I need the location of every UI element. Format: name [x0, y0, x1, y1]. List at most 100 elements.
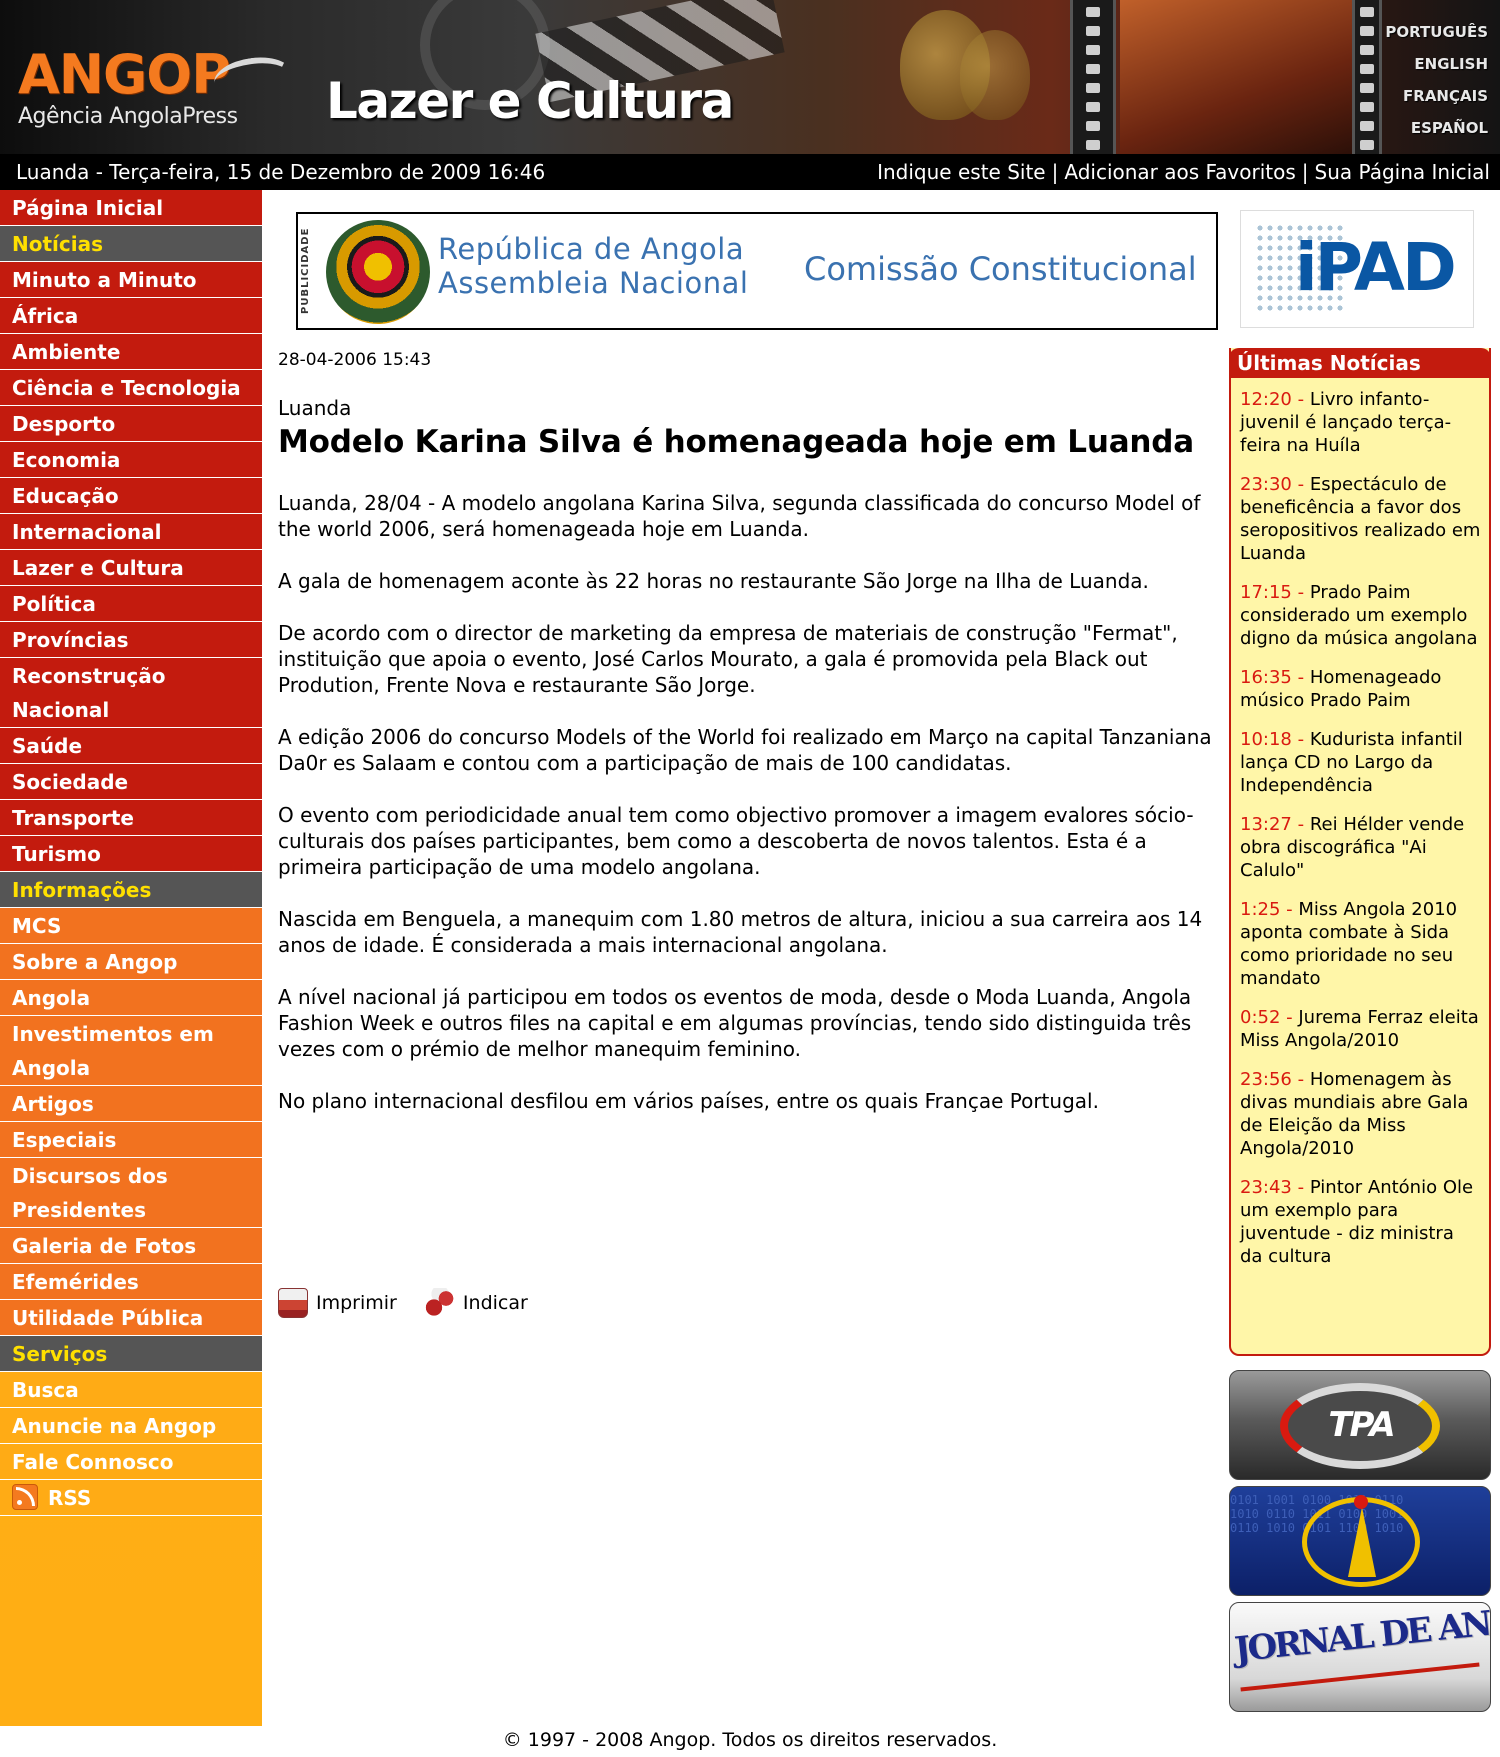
- theater-mask-decoration: [960, 30, 1030, 120]
- news-item[interactable]: 1:25 - Miss Angola 2010 aponta combate à…: [1240, 898, 1481, 990]
- jornal-de-angola-logo-link[interactable]: JORNAL DE ANGOLA: [1229, 1602, 1491, 1712]
- nav-item[interactable]: Busca: [0, 1372, 262, 1408]
- news-item[interactable]: 12:20 - Livro infanto-juvenil é lançado …: [1240, 388, 1481, 457]
- news-item[interactable]: 13:27 - Rei Hélder vende obra discográfi…: [1240, 813, 1481, 882]
- ad-line-2: Assembleia Nacional: [438, 266, 749, 300]
- ad-line-1: República de Angola: [438, 232, 745, 266]
- nav-item-label: Saúde: [12, 734, 83, 758]
- rss-icon: [12, 1484, 38, 1510]
- news-item[interactable]: 10:18 - Kudurista infantil lança CD no L…: [1240, 728, 1481, 797]
- nav-item[interactable]: Transporte: [0, 800, 262, 836]
- jornal-underline: [1240, 1662, 1480, 1692]
- nav-item-label: Angola: [12, 986, 91, 1010]
- nav-item[interactable]: Ambiente: [0, 334, 262, 370]
- radio-nacional-logo-link[interactable]: 0101 1001 0100 1011 0110 1010 0110 1011 …: [1229, 1486, 1491, 1596]
- tpa-logo-link[interactable]: TPA: [1229, 1370, 1491, 1480]
- printer-icon: [278, 1288, 308, 1318]
- nav-item-label: Reconstrução Nacional: [12, 664, 166, 722]
- news-time: 23:43 -: [1240, 1177, 1305, 1198]
- news-item[interactable]: 23:56 - Homenagem às divas mundiais abre…: [1240, 1068, 1481, 1160]
- news-time: 13:27 -: [1240, 814, 1305, 835]
- article-paragraph: A nível nacional já participou em todos …: [278, 985, 1192, 1061]
- nav-item[interactable]: Fale Connosco: [0, 1444, 262, 1480]
- nav-item[interactable]: Minuto a Minuto: [0, 262, 262, 298]
- nav-item[interactable]: Internacional: [0, 514, 262, 550]
- nav-item-label: Página Inicial: [12, 196, 164, 220]
- nav-item-label: Investimentos em Angola: [12, 1022, 214, 1080]
- news-item[interactable]: 23:30 - Espectáculo de beneficência a fa…: [1240, 473, 1481, 565]
- nav-item-label: Anuncie na Angop: [12, 1414, 217, 1438]
- nav-item[interactable]: Utilidade Pública: [0, 1300, 262, 1336]
- language-espanol[interactable]: ESPAÑOL: [1385, 112, 1488, 144]
- nav-item[interactable]: Sobre a Angop: [0, 944, 262, 980]
- nav-item-label: Informações: [12, 878, 152, 902]
- ipad-advertisement[interactable]: iPAD: [1240, 210, 1474, 328]
- film-strip-decoration: [1352, 0, 1382, 154]
- nav-item[interactable]: Turismo: [0, 836, 262, 872]
- nav-item[interactable]: Saúde: [0, 728, 262, 764]
- news-item[interactable]: 23:43 - Pintor António Ole um exemplo pa…: [1240, 1176, 1481, 1268]
- news-time: 23:56 -: [1240, 1069, 1305, 1090]
- recommend-icon: [424, 1288, 455, 1318]
- recommend-site-link[interactable]: Indique este Site: [877, 160, 1046, 184]
- language-portugues[interactable]: PORTUGUÊS: [1385, 16, 1488, 48]
- nav-item[interactable]: Artigos: [0, 1086, 262, 1122]
- nav-item[interactable]: Efemérides: [0, 1264, 262, 1300]
- nav-item[interactable]: Anuncie na Angop: [0, 1408, 262, 1444]
- nav-item[interactable]: Galeria de Fotos: [0, 1228, 262, 1264]
- news-item[interactable]: 17:15 - Prado Paim considerado um exempl…: [1240, 581, 1481, 650]
- nav-item-label: MCS: [12, 914, 62, 938]
- news-item[interactable]: 0:52 - Jurema Ferraz eleita Miss Angola/…: [1240, 1006, 1481, 1052]
- nav-item[interactable]: Educação: [0, 478, 262, 514]
- nav-item[interactable]: Economia: [0, 442, 262, 478]
- article-paragraph: A edição 2006 do concurso Models of the …: [278, 725, 1212, 775]
- nav-item[interactable]: Discursos dos Presidentes: [0, 1158, 262, 1228]
- print-button[interactable]: Imprimir: [278, 1288, 397, 1318]
- nav-item-label: Ambiente: [12, 340, 121, 364]
- current-datetime: Luanda - Terça-feira, 15 de Dezembro de …: [16, 160, 546, 184]
- advertisement-banner[interactable]: PUBLICIDADE República de Angola Assemble…: [296, 212, 1218, 330]
- nav-item-label: Províncias: [12, 628, 129, 652]
- left-navigation: Página Inicial Notícias Minuto a Minuto Áfr…: [0, 190, 262, 1726]
- film-strip-decoration: [1070, 0, 1116, 154]
- angop-logo[interactable]: ANGOP Agência AngolaPress: [18, 43, 295, 129]
- nav-item-label: Lazer e Cultura: [12, 556, 184, 580]
- nav-item[interactable]: Página Inicial: [0, 190, 262, 226]
- nav-item[interactable]: Lazer e Cultura: [0, 550, 262, 586]
- nav-item[interactable]: MCS: [0, 908, 262, 944]
- news-time: 1:25 -: [1240, 899, 1293, 920]
- news-item[interactable]: 16:35 - Homenageado músico Prado Paim: [1240, 666, 1481, 712]
- language-english[interactable]: ENGLISH: [1385, 48, 1488, 80]
- nav-item[interactable]: Angola: [0, 980, 262, 1016]
- article-paragraph: Nascida em Benguela, a manequim com 1.80…: [278, 907, 1203, 957]
- logo-word: ANGOP: [18, 43, 231, 106]
- article-paragraph: A gala de homenagem aconte às 22 horas n…: [278, 569, 1149, 593]
- news-time: 17:15 -: [1240, 582, 1305, 603]
- set-homepage-link[interactable]: Sua Página Inicial: [1315, 160, 1490, 184]
- nav-item[interactable]: RSS: [0, 1480, 262, 1516]
- nav-item-label: Ciência e Tecnologia: [12, 376, 241, 400]
- nav-item[interactable]: Especiais: [0, 1122, 262, 1158]
- nav-item-label: Artigos: [12, 1092, 94, 1116]
- article-paragraph: No plano internacional desfilou em vário…: [278, 1089, 1099, 1113]
- radio-tower-icon: [1348, 1507, 1376, 1577]
- nav-item-label: Política: [12, 592, 96, 616]
- nav-item[interactable]: Sociedade: [0, 764, 262, 800]
- nav-item[interactable]: Investimentos em Angola: [0, 1016, 262, 1086]
- site-header: ANGOP Agência AngolaPress Lazer e Cultur…: [0, 0, 1500, 154]
- nav-item-label: Notícias: [12, 232, 104, 256]
- language-francais[interactable]: FRANÇAIS: [1385, 80, 1488, 112]
- ad-line-3: Comissão Constitucional: [804, 250, 1197, 288]
- nav-item[interactable]: Desporto: [0, 406, 262, 442]
- recommend-button[interactable]: Indicar: [424, 1288, 528, 1318]
- nav-item-label: Educação: [12, 484, 119, 508]
- nav-item[interactable]: Províncias: [0, 622, 262, 658]
- nav-item[interactable]: África: [0, 298, 262, 334]
- section-title: Lazer e Cultura: [326, 72, 734, 130]
- article-paragraph: Luanda, 28/04 - A modelo angolana Karina…: [278, 491, 1201, 541]
- add-favorites-link[interactable]: Adicionar aos Favoritos: [1064, 160, 1295, 184]
- news-time: 0:52 -: [1240, 1007, 1293, 1028]
- nav-item[interactable]: Política: [0, 586, 262, 622]
- nav-item[interactable]: Reconstrução Nacional: [0, 658, 262, 728]
- nav-item[interactable]: Ciência e Tecnologia: [0, 370, 262, 406]
